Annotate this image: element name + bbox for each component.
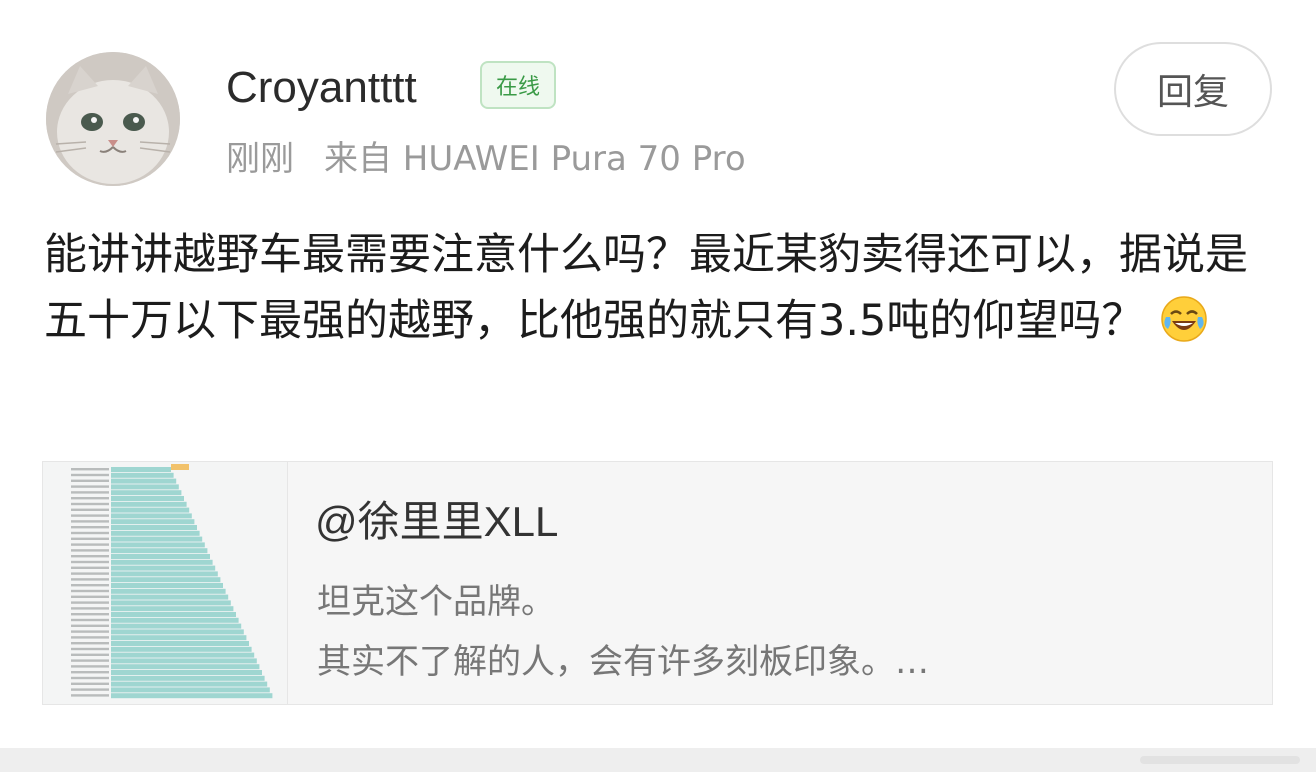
thumbnail-row-label [71,543,109,546]
thumbnail-row-label [71,584,109,587]
thumbnail-row-label [71,572,109,575]
thumbnail-row-label [71,630,109,633]
post-text: 能讲讲越野车最需要注意什么吗？最近某豹卖得还可以，据说是五十万以下最强的越野，比… [44,230,1248,346]
thumbnail-row-bar [111,646,252,652]
thumbnail-row-bar [111,681,268,687]
thumbnail-row-bar [111,554,210,559]
thumbnail-row-label [71,694,109,697]
thumbnail-row-label [71,468,109,471]
thumbnail-row-label [71,624,109,627]
thumbnail-row-label [71,549,109,552]
username[interactable]: Croyantttt [226,58,417,118]
thumbnail-row-bar [111,577,221,583]
thumbnail-row-label [71,566,109,569]
thumbnail-row-label [71,473,109,477]
thumbnail-row-bar [111,548,208,554]
thumbnail-row-bar [111,496,184,501]
quoted-author[interactable]: @徐里里XLL [315,492,558,552]
thumbnail-row-bar [111,664,260,670]
thumbnail-row-bar [111,530,200,536]
thumbnail-row-bar [111,525,197,530]
thumbnail-row-bar [111,490,182,496]
thumbnail-row-bar [111,588,226,594]
thumbnail-row-bar [111,501,187,507]
thumbnail-row-label [71,578,109,581]
thumbnail-row-bar [111,623,242,629]
avatar[interactable] [46,52,180,186]
thumbnail-row-label [71,607,109,610]
thumbnail-row-bar [111,472,174,478]
thumbnail-row-label [71,688,109,691]
thumbnail-row-bar [111,652,255,658]
thumbnail-row-bar [111,519,195,525]
thumbnail-row-bar [111,675,265,681]
thumbnail-row-bar [111,641,249,646]
thumbnail-row-bar [111,617,239,623]
thumbnail-row-bar [111,559,213,565]
thumbnail-row-bar [111,600,231,606]
post-source: 来自 HUAWEI Pura 70 Pro [324,139,746,179]
thumbnail-row-bar [111,565,216,571]
online-status-badge: 在线 [480,61,556,109]
thumbnail-row-label [71,595,109,598]
thumbnail-row-label [71,676,109,680]
thumbnail-row-bar [111,594,229,600]
thumbnail-row-label [71,589,109,593]
post-body: 能讲讲越野车最需要注意什么吗？最近某豹卖得还可以，据说是五十万以下最强的越野，比… [44,222,1284,354]
thumbnail-row-label [71,485,109,488]
thumbnail-row-label [71,520,109,523]
thumbnail-row-label [71,682,109,685]
thumbnail-row-bar [111,629,244,635]
quoted-post-thumbnail [43,462,288,704]
thumbnail-row-label [71,642,109,645]
thumbnail-row-label [71,491,109,494]
thumbnail-row-label [71,514,109,517]
thumbnail-row-label [71,537,109,540]
thumbnail-row-label [71,526,109,529]
thumbnail-row-bar [111,693,273,699]
thumbnail-row-label [71,665,109,668]
thumbnail-row-label [71,671,109,674]
thumbnail-row-bar [111,612,236,617]
thumbnail-row-bar [111,658,257,664]
thumbnail-row-label [71,601,109,604]
thumbnail-row-bar [111,507,190,513]
thumbnail-row-bar [111,687,270,693]
watermark-icon [1140,756,1300,764]
thumbnail-row-label [71,502,109,506]
thumbnail-row-bar [111,536,203,542]
thumbnail-row-label [71,613,109,616]
quoted-text-line: 其实不了解的人，会有许多刻板印象。… [317,642,929,682]
thumbnail-row-label [71,659,109,662]
thumbnail-row-bar [111,478,177,484]
thumbnail-row-label [71,560,109,564]
bottom-divider [0,748,1316,772]
thumbnail-row-label [71,653,109,656]
thumbnail-row-label [71,508,109,511]
thumbnail-row-label [71,497,109,500]
laughing-crying-emoji-icon [1160,295,1208,343]
quoted-post-card[interactable]: @徐里里XLL 坦克这个品牌。 其实不了解的人，会有许多刻板印象。… [42,461,1273,705]
thumbnail-row-bar [111,513,192,519]
thumbnail-row-label [71,618,109,622]
cat-avatar-image [46,52,180,186]
thumbnail-row-label [71,636,109,639]
thumbnail-row-bar [111,484,179,490]
ranking-chart-thumbnail-image [43,462,287,704]
quoted-text-line: 坦克这个品牌。 [317,582,555,622]
thumbnail-row-bar [111,542,205,548]
thumbnail-row-bar [111,606,234,612]
thumbnail-row-label [71,479,109,482]
thumbnail-row-label [71,555,109,558]
thumbnail-row-bar [111,635,247,641]
thumbnail-row-label [71,647,109,651]
thumbnail-row-bar [111,571,218,577]
reply-button[interactable]: 回复 [1114,42,1272,136]
thumbnail-row-bar [111,583,223,588]
thumbnail-row-label [71,531,109,535]
post-meta: 刚刚 来自 HUAWEI Pura 70 Pro [226,136,746,182]
thumbnail-row-bar [111,670,262,675]
thumbnail-row-bar [111,467,171,472]
post-time: 刚刚 [226,139,294,179]
